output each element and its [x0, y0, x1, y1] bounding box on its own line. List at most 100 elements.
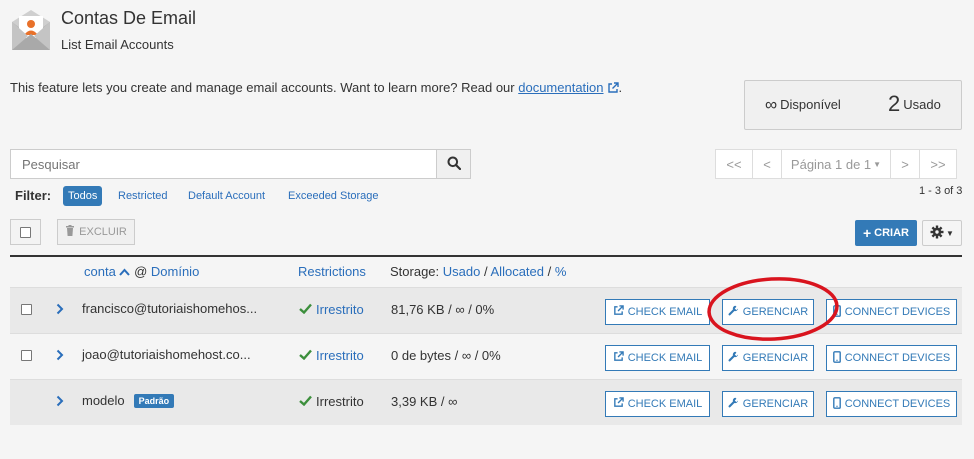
- manage-button[interactable]: GERENCIAR: [722, 345, 814, 371]
- external-link-icon: [613, 351, 624, 365]
- intro-text: This feature lets you create and manage …: [10, 80, 622, 97]
- create-button[interactable]: + CRIAR: [855, 220, 917, 246]
- column-at-sign: @: [134, 264, 148, 279]
- manage-button[interactable]: GERENCIAR: [722, 299, 814, 325]
- expand-chevron-icon[interactable]: [56, 395, 64, 410]
- pagination: << < Página 1 de 1 ▼ > >>: [715, 149, 957, 179]
- page-select[interactable]: Página 1 de 1 ▼: [781, 149, 891, 179]
- sort-up-icon: [119, 264, 131, 279]
- email-address: joao@tutoriaishomehost.co...: [82, 347, 251, 362]
- connect-devices-label: CONNECT DEVICES: [844, 398, 951, 410]
- gear-icon: [930, 225, 944, 242]
- check-icon: [299, 348, 312, 363]
- check-icon: [299, 394, 312, 409]
- manage-label: GERENCIAR: [742, 306, 809, 318]
- external-link-icon: [613, 397, 624, 411]
- connect-devices-label: CONNECT DEVICES: [844, 352, 951, 364]
- available-label: Disponível: [780, 97, 841, 112]
- check-icon: [299, 302, 312, 317]
- restriction-status: Irrestrito: [299, 302, 364, 317]
- mobile-device-icon: [832, 350, 841, 366]
- search-input[interactable]: [10, 149, 436, 179]
- quota-stats-panel: ∞ Disponível 2 Usado: [744, 80, 962, 130]
- storage-usage: 81,76 KB / ∞ / 0%: [391, 302, 495, 317]
- caret-down-icon: ▼: [946, 228, 954, 238]
- caret-down-icon: ▼: [873, 159, 882, 169]
- delete-button[interactable]: EXCLUIR: [57, 219, 135, 245]
- storage-allocated-sort[interactable]: Allocated: [491, 264, 544, 279]
- next-page-button[interactable]: >: [890, 149, 920, 179]
- storage-percent-sort[interactable]: %: [555, 264, 567, 279]
- restriction-label: Irrestrito: [316, 394, 364, 409]
- mobile-device-icon: [832, 304, 841, 320]
- storage-usage: 0 de bytes / ∞ / 0%: [391, 348, 501, 363]
- external-link-icon[interactable]: [607, 82, 619, 97]
- storage-separator: /: [483, 264, 488, 279]
- filter-restricted[interactable]: Restricted: [113, 186, 173, 206]
- storage-separator: /: [547, 264, 552, 279]
- manage-label: GERENCIAR: [742, 398, 809, 410]
- settings-dropdown[interactable]: ▼: [922, 220, 962, 246]
- filter-all[interactable]: Todos: [63, 186, 103, 206]
- expand-chevron-icon[interactable]: [56, 303, 64, 318]
- select-all-checkbox[interactable]: [10, 219, 41, 245]
- create-label: CRIAR: [874, 227, 910, 239]
- email-address: francisco@tutoriaishomehos...: [82, 301, 258, 316]
- first-page-button[interactable]: <<: [715, 149, 753, 179]
- wrench-icon: [728, 397, 739, 411]
- restriction-label[interactable]: Irrestrito: [316, 302, 364, 317]
- check-email-button[interactable]: CHECK EMAIL: [605, 345, 710, 371]
- check-email-label: CHECK EMAIL: [627, 352, 703, 364]
- connect-devices-label: CONNECT DEVICES: [844, 306, 951, 318]
- restriction-status: Irrestrito: [299, 348, 364, 363]
- page-title: Contas De Email: [61, 8, 197, 28]
- results-count: 1 - 3 of 3: [919, 185, 963, 197]
- column-header-storage: Storage: Usado / Allocated / %: [390, 264, 566, 279]
- default-badge: Padrão: [133, 394, 175, 408]
- wrench-icon: [728, 351, 739, 365]
- intro-suffix: .: [618, 80, 623, 95]
- documentation-link[interactable]: documentation: [518, 80, 603, 95]
- row-checkbox[interactable]: [21, 304, 32, 315]
- table-row: francisco@tutoriaishomehos... Irrestrito…: [10, 287, 962, 333]
- restrictions-sort[interactable]: Restrictions: [298, 264, 366, 279]
- email-address: modelo Padrão: [82, 393, 175, 408]
- search-bar: [10, 149, 471, 179]
- table-header-divider: [10, 255, 962, 257]
- row-checkbox[interactable]: [21, 350, 32, 361]
- account-name: modelo: [82, 393, 125, 408]
- email-app-icon: [10, 8, 52, 52]
- column-account-sort[interactable]: conta: [84, 264, 116, 279]
- search-button[interactable]: [436, 149, 471, 179]
- connect-devices-button[interactable]: CONNECT DEVICES: [826, 345, 957, 371]
- wrench-icon: [728, 305, 739, 319]
- mobile-device-icon: [832, 396, 841, 412]
- used-value: 2: [888, 91, 901, 116]
- check-email-button[interactable]: CHECK EMAIL: [605, 299, 710, 325]
- column-header-restrictions[interactable]: Restrictions: [298, 264, 366, 279]
- available-value: ∞: [765, 95, 778, 114]
- last-page-button[interactable]: >>: [919, 149, 957, 179]
- check-email-label: CHECK EMAIL: [627, 306, 703, 318]
- delete-label: EXCLUIR: [79, 226, 127, 238]
- restriction-status: Irrestrito: [299, 394, 364, 409]
- page-subtitle: List Email Accounts: [61, 37, 174, 52]
- manage-button[interactable]: GERENCIAR: [722, 391, 814, 417]
- filter-default-account[interactable]: Default Account: [183, 186, 270, 206]
- column-domain-sort[interactable]: Domínio: [151, 264, 199, 279]
- available-stat: ∞ Disponível: [765, 95, 841, 115]
- checkbox-box: [20, 226, 31, 238]
- trash-icon: [65, 225, 75, 239]
- connect-devices-button[interactable]: CONNECT DEVICES: [826, 299, 957, 325]
- used-label: Usado: [903, 97, 941, 112]
- filter-exceeded-storage[interactable]: Exceeded Storage: [283, 186, 384, 206]
- prev-page-button[interactable]: <: [752, 149, 782, 179]
- restriction-label[interactable]: Irrestrito: [316, 348, 364, 363]
- column-header-account[interactable]: conta @ Domínio: [84, 264, 199, 279]
- expand-chevron-icon[interactable]: [56, 349, 64, 364]
- check-email-button[interactable]: CHECK EMAIL: [605, 391, 710, 417]
- storage-usage: 3,39 KB / ∞: [391, 394, 458, 409]
- storage-used-sort[interactable]: Usado: [443, 264, 481, 279]
- search-icon: [447, 156, 461, 173]
- connect-devices-button[interactable]: CONNECT DEVICES: [826, 391, 957, 417]
